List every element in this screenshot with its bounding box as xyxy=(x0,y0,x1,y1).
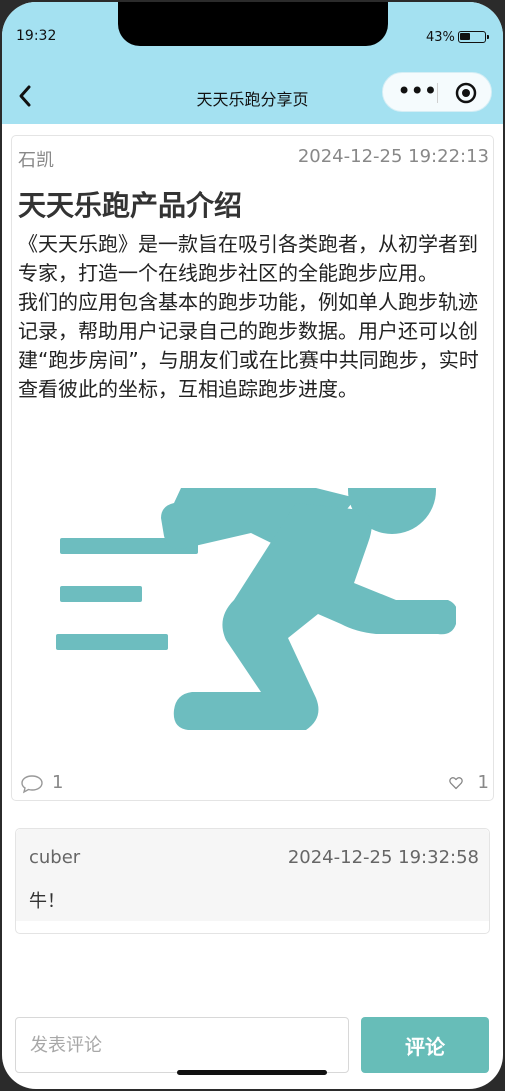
comment-input[interactable] xyxy=(15,1017,349,1073)
like-count: 1 xyxy=(477,772,489,793)
miniprogram-capsule: ••• xyxy=(382,72,492,112)
battery-percent: 43% xyxy=(426,30,455,45)
comment-list: cuber 2024-12-25 19:32:58 牛！ xyxy=(15,828,490,934)
more-dots-icon[interactable]: ••• xyxy=(397,79,437,103)
post-timestamp: 2024-12-25 19:22:13 xyxy=(297,146,489,167)
post-title: 天天乐跑产品介绍 xyxy=(18,189,243,222)
comment-count: 1 xyxy=(52,772,64,793)
capsule-divider xyxy=(437,83,438,103)
heart-icon[interactable] xyxy=(449,776,463,790)
runner-icon[interactable] xyxy=(56,488,456,736)
battery-level xyxy=(460,33,470,40)
post-author[interactable]: 石凯 xyxy=(18,146,54,172)
comment-text: 牛！ xyxy=(29,891,65,912)
post-body: 《天天乐跑》是一款旨在吸引各类跑者，从初学者到专家，打造一个在线跑步社区的全能跑… xyxy=(18,232,479,401)
comment-bubble-icon[interactable] xyxy=(20,774,44,794)
battery-icon xyxy=(458,31,489,43)
post-card: 石凯 2024-12-25 19:22:13 天天乐跑产品介绍 《天天乐跑》是一… xyxy=(11,135,494,801)
comment-author[interactable]: cuber xyxy=(29,847,80,868)
notch xyxy=(118,2,388,46)
status-bar: 19:32 43% xyxy=(2,2,503,68)
like-counter[interactable]: 1 xyxy=(449,772,489,796)
submit-comment-button[interactable]: 评论 xyxy=(361,1017,489,1073)
status-time: 19:32 xyxy=(16,28,57,44)
list-item: cuber 2024-12-25 19:32:58 牛！ xyxy=(16,829,489,921)
target-circle-icon[interactable] xyxy=(455,82,477,104)
home-indicator[interactable] xyxy=(177,1070,327,1075)
comment-timestamp: 2024-12-25 19:32:58 xyxy=(287,847,479,868)
phone-screen: 19:32 43% 天天乐跑分享页 ••• 石凯 2024-12-25 19:2… xyxy=(2,2,503,1089)
navigation-bar: 天天乐跑分享页 ••• xyxy=(2,68,503,124)
